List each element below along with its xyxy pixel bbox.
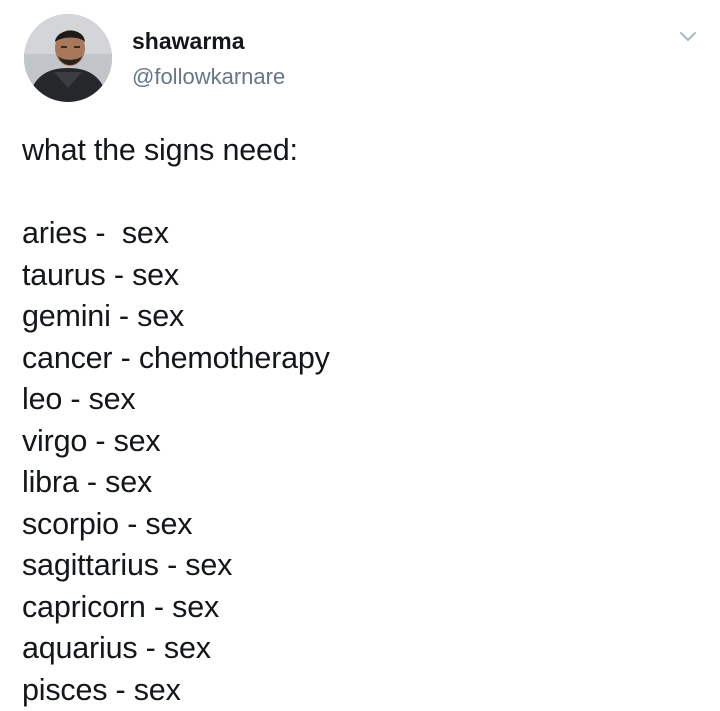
sign-line: scorpio - sex bbox=[22, 506, 193, 541]
sign-line: sagittarius - sex bbox=[22, 548, 233, 582]
sign-line: cancer - chemotherapy bbox=[22, 340, 330, 375]
sign-line: gemini - sex bbox=[22, 299, 185, 333]
user-avatar[interactable] bbox=[24, 14, 112, 102]
sign-line: taurus - sex bbox=[22, 257, 179, 292]
tweet-menu-button[interactable] bbox=[676, 24, 700, 48]
sign-line: virgo - sex bbox=[22, 423, 161, 458]
tweet-card: shawarma @followkarnare what the signs n… bbox=[0, 0, 720, 711]
sign-line: capricorn - sex bbox=[22, 589, 220, 624]
sign-line: leo - sex bbox=[22, 382, 136, 416]
sign-line: libra - sex bbox=[22, 465, 153, 499]
tweet-text: what the signs need: aries - sex taurus … bbox=[22, 130, 702, 711]
sign-line: pisces - sex bbox=[22, 672, 181, 707]
tweet-intro-line: what the signs need: bbox=[22, 133, 298, 167]
sign-line: aquarius - sex bbox=[22, 631, 211, 665]
author-display-name[interactable]: shawarma bbox=[132, 27, 245, 55]
sign-line: aries - sex bbox=[22, 216, 169, 250]
chevron-down-icon bbox=[680, 32, 696, 41]
author-handle[interactable]: @followkarnare bbox=[132, 63, 285, 91]
avatar-photo-icon bbox=[24, 14, 112, 102]
